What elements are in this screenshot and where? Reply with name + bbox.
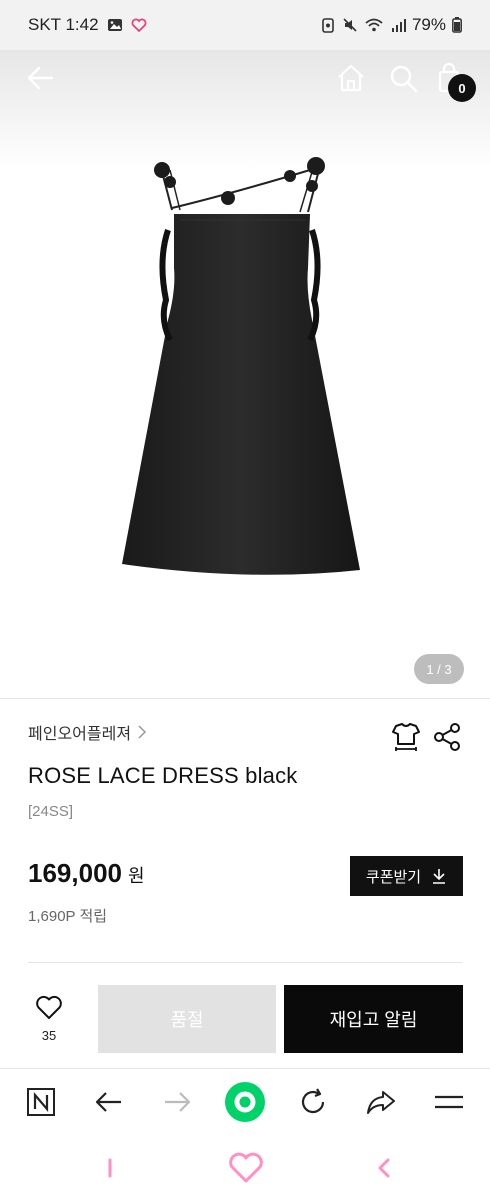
back-chevron-icon[interactable] (372, 1152, 396, 1184)
search-icon[interactable] (386, 62, 420, 94)
battery-percent: 79% (411, 15, 446, 34)
share-icon[interactable] (432, 722, 462, 752)
restock-alert-button[interactable]: 재입고 알림 (284, 985, 463, 1053)
wifi-icon (365, 18, 383, 32)
product-title: ROSE LACE DRESS black (28, 763, 298, 788)
soldout-button: 품절 (98, 985, 276, 1053)
product-image-dress (122, 157, 360, 575)
wishlist-count: 35 (41, 1028, 57, 1043)
status-bar: SKT 1:42 79% (0, 0, 490, 50)
system-navigation (0, 1134, 490, 1200)
reward-points: 1,690P 적립 (28, 908, 108, 925)
brand-link[interactable]: 페인오어플레져 (28, 720, 147, 744)
wishlist-button[interactable]: 35 (28, 994, 70, 1048)
back-arrow-icon[interactable] (90, 1083, 128, 1121)
divider (0, 698, 490, 699)
price-currency: 원 (127, 866, 145, 886)
brand-name: 페인오어플레져 (28, 726, 132, 743)
download-icon (433, 869, 446, 884)
chevron-right-icon (138, 725, 147, 739)
gallery-pager: 1 / 3 (414, 654, 464, 684)
heart-icon (36, 995, 62, 1019)
recent-apps-icon[interactable] (100, 1152, 120, 1184)
status-right: 79% (320, 15, 462, 35)
browser-toolbar (0, 1068, 490, 1134)
coupon-button[interactable]: 쿠폰받기 (350, 856, 463, 896)
product-price: 169,000 (28, 858, 122, 888)
forward-arrow-icon (158, 1083, 196, 1121)
top-nav: 0 (0, 50, 490, 106)
battery-saver-icon (322, 18, 334, 33)
battery-icon (452, 17, 462, 33)
carrier-time: SKT 1:42 (28, 15, 99, 34)
gallery-icon (107, 19, 122, 31)
home-icon[interactable] (334, 62, 368, 94)
cart-count-badge: 0 (448, 74, 476, 102)
naver-n-icon[interactable] (22, 1083, 60, 1121)
status-left: SKT 1:42 (28, 15, 147, 35)
heart-notification-icon (131, 18, 147, 33)
signal-icon (391, 19, 406, 32)
divider (28, 962, 462, 963)
size-guide-icon[interactable] (390, 720, 422, 752)
price-row: 169,000 원 (28, 858, 145, 889)
share-arrow-icon[interactable] (362, 1083, 400, 1121)
product-season: [24SS] (28, 803, 74, 820)
back-arrow-icon[interactable] (22, 62, 58, 94)
mute-icon (343, 18, 357, 32)
green-home-circle-icon[interactable] (224, 1081, 266, 1123)
home-heart-icon[interactable] (228, 1152, 264, 1184)
refresh-icon[interactable] (294, 1083, 332, 1121)
menu-icon[interactable] (430, 1083, 468, 1121)
product-gallery[interactable]: 0 1 / 3 (0, 50, 490, 698)
coupon-label: 쿠폰받기 (365, 868, 422, 886)
